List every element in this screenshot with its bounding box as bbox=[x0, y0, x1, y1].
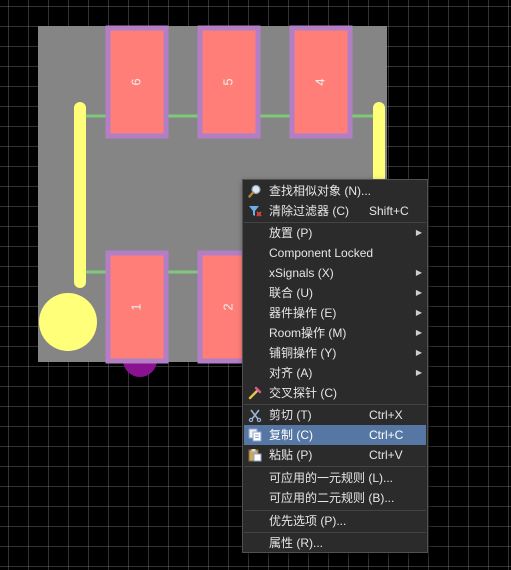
menu-item-label: 铺铜操作 (Y) bbox=[269, 346, 337, 360]
cross-probe-icon bbox=[248, 386, 262, 400]
pad-label: 2 bbox=[220, 303, 235, 310]
menu-item-properties[interactable]: 属性 (R)... bbox=[244, 533, 426, 553]
menu-item-label: 器件操作 (E) bbox=[269, 306, 337, 320]
pad[interactable]: 6 bbox=[105, 25, 169, 139]
menu-item-label: 联合 (U) bbox=[269, 286, 313, 300]
pad-label: 1 bbox=[128, 303, 143, 310]
pad[interactable]: 1 bbox=[105, 250, 169, 364]
menu-item-copy[interactable]: 复制 (C) Ctrl+C bbox=[244, 425, 426, 445]
menu-item-cross-probe[interactable]: 交叉探针 (C) bbox=[244, 383, 426, 403]
menu-item-polygon-actions[interactable]: 铺铜操作 (Y) ▶ bbox=[244, 343, 426, 363]
menu-item-label: 属性 (R)... bbox=[269, 536, 323, 550]
menu-item-clear-filter[interactable]: 清除过滤器 (C) Shift+C bbox=[244, 201, 426, 221]
menu-item-shortcut: Ctrl+X bbox=[369, 408, 403, 422]
paste-icon bbox=[248, 449, 262, 462]
menu-item-label: 粘贴 (P) bbox=[269, 448, 313, 462]
menu-item-xsignals[interactable]: xSignals (X) ▶ bbox=[244, 263, 426, 283]
pad-label: 6 bbox=[128, 78, 143, 85]
menu-item-shortcut: Shift+C bbox=[369, 204, 409, 218]
submenu-arrow-icon: ▶ bbox=[415, 228, 422, 237]
menu-item-cut[interactable]: 剪切 (T) Ctrl+X bbox=[244, 405, 426, 425]
submenu-arrow-icon: ▶ bbox=[415, 348, 422, 357]
context-menu: 查找相似对象 (N)... 清除过滤器 (C) Shift+C 放置 (P) ▶… bbox=[242, 179, 428, 553]
menu-item-preferences[interactable]: 优先选项 (P)... bbox=[244, 511, 426, 531]
copy-icon bbox=[248, 428, 262, 442]
menu-item-label: 优先选项 (P)... bbox=[269, 514, 347, 528]
menu-item-unary-rules[interactable]: 可应用的一元规则 (L)... bbox=[244, 468, 426, 488]
menu-item-label: 放置 (P) bbox=[269, 226, 313, 240]
menu-item-place[interactable]: 放置 (P) ▶ bbox=[244, 223, 426, 243]
menu-item-label: 复制 (C) bbox=[269, 428, 313, 442]
menu-item-label: Room操作 (M) bbox=[269, 326, 347, 340]
menu-item-label: 可应用的二元规则 (B)... bbox=[269, 491, 395, 505]
menu-item-shortcut: Ctrl+C bbox=[369, 428, 404, 442]
menu-item-label: 清除过滤器 (C) bbox=[269, 204, 349, 218]
pad[interactable]: 5 bbox=[197, 25, 261, 139]
menu-item-room-actions[interactable]: Room操作 (M) ▶ bbox=[244, 323, 426, 343]
menu-item-label: 对齐 (A) bbox=[269, 366, 313, 380]
submenu-arrow-icon: ▶ bbox=[415, 288, 422, 297]
menu-item-component-locked[interactable]: Component Locked bbox=[244, 243, 426, 263]
menu-item-label: 可应用的一元规则 (L)... bbox=[269, 471, 394, 485]
submenu-arrow-icon: ▶ bbox=[415, 328, 422, 337]
menu-item-union[interactable]: 联合 (U) ▶ bbox=[244, 283, 426, 303]
submenu-arrow-icon: ▶ bbox=[415, 368, 422, 377]
menu-separator bbox=[244, 466, 426, 467]
submenu-arrow-icon: ▶ bbox=[415, 268, 422, 277]
menu-item-label: 剪切 (T) bbox=[269, 408, 312, 422]
pad-label: 5 bbox=[220, 78, 235, 85]
menu-item-label: xSignals (X) bbox=[269, 266, 334, 280]
scissors-icon bbox=[248, 409, 262, 422]
menu-item-binary-rules[interactable]: 可应用的二元规则 (B)... bbox=[244, 488, 426, 508]
menu-item-align[interactable]: 对齐 (A) ▶ bbox=[244, 363, 426, 383]
pad[interactable]: 4 bbox=[289, 25, 353, 139]
menu-item-label: 查找相似对象 (N)... bbox=[269, 184, 371, 198]
menu-item-label: Component Locked bbox=[269, 246, 374, 260]
menu-item-find-similar[interactable]: 查找相似对象 (N)... bbox=[244, 181, 426, 201]
menu-item-paste[interactable]: 粘贴 (P) Ctrl+V bbox=[244, 445, 426, 465]
pad-label: 4 bbox=[312, 78, 327, 85]
magnifier-icon bbox=[248, 184, 261, 198]
menu-item-shortcut: Ctrl+V bbox=[369, 448, 403, 462]
pin1-marker bbox=[39, 293, 97, 351]
clear-filter-icon bbox=[249, 206, 262, 217]
menu-item-label: 交叉探针 (C) bbox=[269, 386, 337, 400]
submenu-arrow-icon: ▶ bbox=[415, 308, 422, 317]
menu-item-component-actions[interactable]: 器件操作 (E) ▶ bbox=[244, 303, 426, 323]
